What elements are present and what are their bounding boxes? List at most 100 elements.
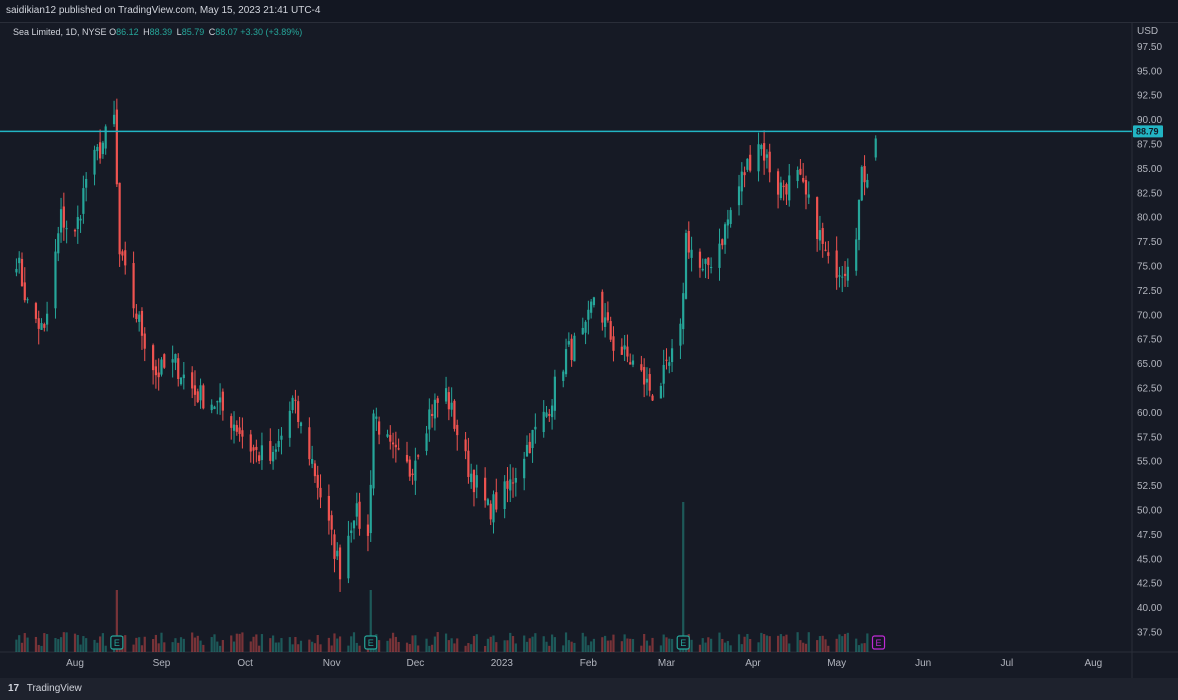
volume-bar xyxy=(101,633,104,652)
volume-bar xyxy=(668,638,671,652)
volume-bar xyxy=(855,638,858,652)
volume-bar xyxy=(726,641,729,652)
volume-bar xyxy=(15,639,18,652)
volume-bar xyxy=(241,632,244,652)
price-axis: 37.50 40.00 42.50 45.00 47.50 50.00 52.50 55.00… xyxy=(1137,26,1162,639)
candle-body xyxy=(115,109,118,185)
volume-bar xyxy=(592,638,596,652)
close-value: 88.07 +3.30 (+3.89%) xyxy=(215,27,303,37)
candle-body xyxy=(294,399,297,401)
volume-bar xyxy=(838,634,841,652)
volume-bar xyxy=(746,633,749,652)
candle-body xyxy=(564,349,568,375)
volume-bar xyxy=(338,636,342,652)
volume-bar xyxy=(587,645,590,652)
volume-bar xyxy=(802,642,805,652)
candle-body xyxy=(525,444,529,457)
candle-body xyxy=(818,230,822,241)
candle-body xyxy=(366,524,370,536)
candle-body xyxy=(553,376,556,411)
volume-bar xyxy=(132,644,135,652)
footer-bar: 17 TradingView xyxy=(0,678,1178,700)
candle-body xyxy=(297,401,300,422)
volume-bar xyxy=(269,638,272,652)
candle-body xyxy=(372,413,375,489)
volume-bar xyxy=(218,645,222,652)
price-tick-label: 82.50 xyxy=(1137,188,1162,199)
candle-body xyxy=(629,362,632,365)
volume-bar xyxy=(230,635,233,652)
volume-bar xyxy=(235,633,238,652)
volume-bar xyxy=(280,638,283,652)
volume-bar xyxy=(827,645,830,652)
price-tick-label: 60.00 xyxy=(1137,408,1162,419)
candle-body xyxy=(464,439,467,452)
volume-bar xyxy=(818,636,822,652)
candle-body xyxy=(788,175,791,201)
candle-body xyxy=(799,168,802,175)
candle-body xyxy=(550,405,554,418)
volume-bar xyxy=(405,642,409,652)
candle-body xyxy=(163,354,166,368)
candle-body xyxy=(503,481,506,510)
candle-body xyxy=(785,184,788,195)
candle-body xyxy=(196,391,199,403)
candle-body xyxy=(408,459,411,477)
volume-bar xyxy=(193,637,197,652)
time-tick-label: Dec xyxy=(406,658,424,669)
volume-bar xyxy=(525,641,529,652)
candles xyxy=(15,98,877,592)
candle-body xyxy=(191,372,194,389)
volume-bar xyxy=(271,635,275,652)
volume-bar xyxy=(447,640,450,652)
volume-bar xyxy=(701,638,704,652)
price-tick-label: 57.50 xyxy=(1137,432,1162,443)
time-tick-label: Jul xyxy=(1000,658,1013,669)
price-chart[interactable]: 37.50 40.00 42.50 45.00 47.50 50.00 52.50 55.00… xyxy=(0,22,1178,678)
volume-bar xyxy=(352,632,356,652)
price-tick-label: 72.50 xyxy=(1137,286,1162,297)
volume-bar xyxy=(550,634,554,652)
earnings-label: E xyxy=(368,638,374,648)
candle-body xyxy=(336,550,339,557)
candle-body xyxy=(584,321,587,333)
candle-body xyxy=(232,424,236,431)
volume-bar xyxy=(816,640,819,652)
candle-body xyxy=(174,354,177,363)
volume-bar xyxy=(138,637,141,652)
candle-body xyxy=(804,180,808,195)
candle-body xyxy=(670,348,674,363)
price-tag-label: 88.79 xyxy=(1136,126,1159,136)
volume-bar xyxy=(274,642,277,652)
price-tick-label: 97.50 xyxy=(1137,42,1162,53)
candle-body xyxy=(93,149,96,175)
candle-body xyxy=(40,323,43,330)
volume-bar xyxy=(682,502,685,652)
candle-body xyxy=(606,312,609,321)
volume-bar xyxy=(626,638,629,652)
volume-bar xyxy=(506,640,509,652)
price-tick-label: 70.00 xyxy=(1137,310,1162,321)
volume-bar xyxy=(860,643,863,652)
candle-body xyxy=(433,399,437,419)
candle-body xyxy=(746,158,749,170)
candle-body xyxy=(132,263,135,309)
candle-body xyxy=(118,182,121,255)
candle-body xyxy=(626,346,629,357)
candle-body xyxy=(659,385,662,399)
candle-body xyxy=(807,194,810,198)
time-tick-label: Sep xyxy=(153,658,171,669)
volume-bar xyxy=(866,633,869,652)
candle-body xyxy=(701,268,704,271)
candle-body xyxy=(101,142,104,155)
candle-body xyxy=(740,171,743,192)
volume-bar xyxy=(258,645,261,652)
candle-body xyxy=(54,251,57,309)
candle-body xyxy=(760,145,763,150)
candle-body xyxy=(545,412,548,417)
volume-bar xyxy=(824,639,827,652)
volume-bar xyxy=(336,638,339,652)
volume-bar xyxy=(528,638,531,652)
candle-body xyxy=(260,445,264,461)
candle-body xyxy=(506,480,509,489)
